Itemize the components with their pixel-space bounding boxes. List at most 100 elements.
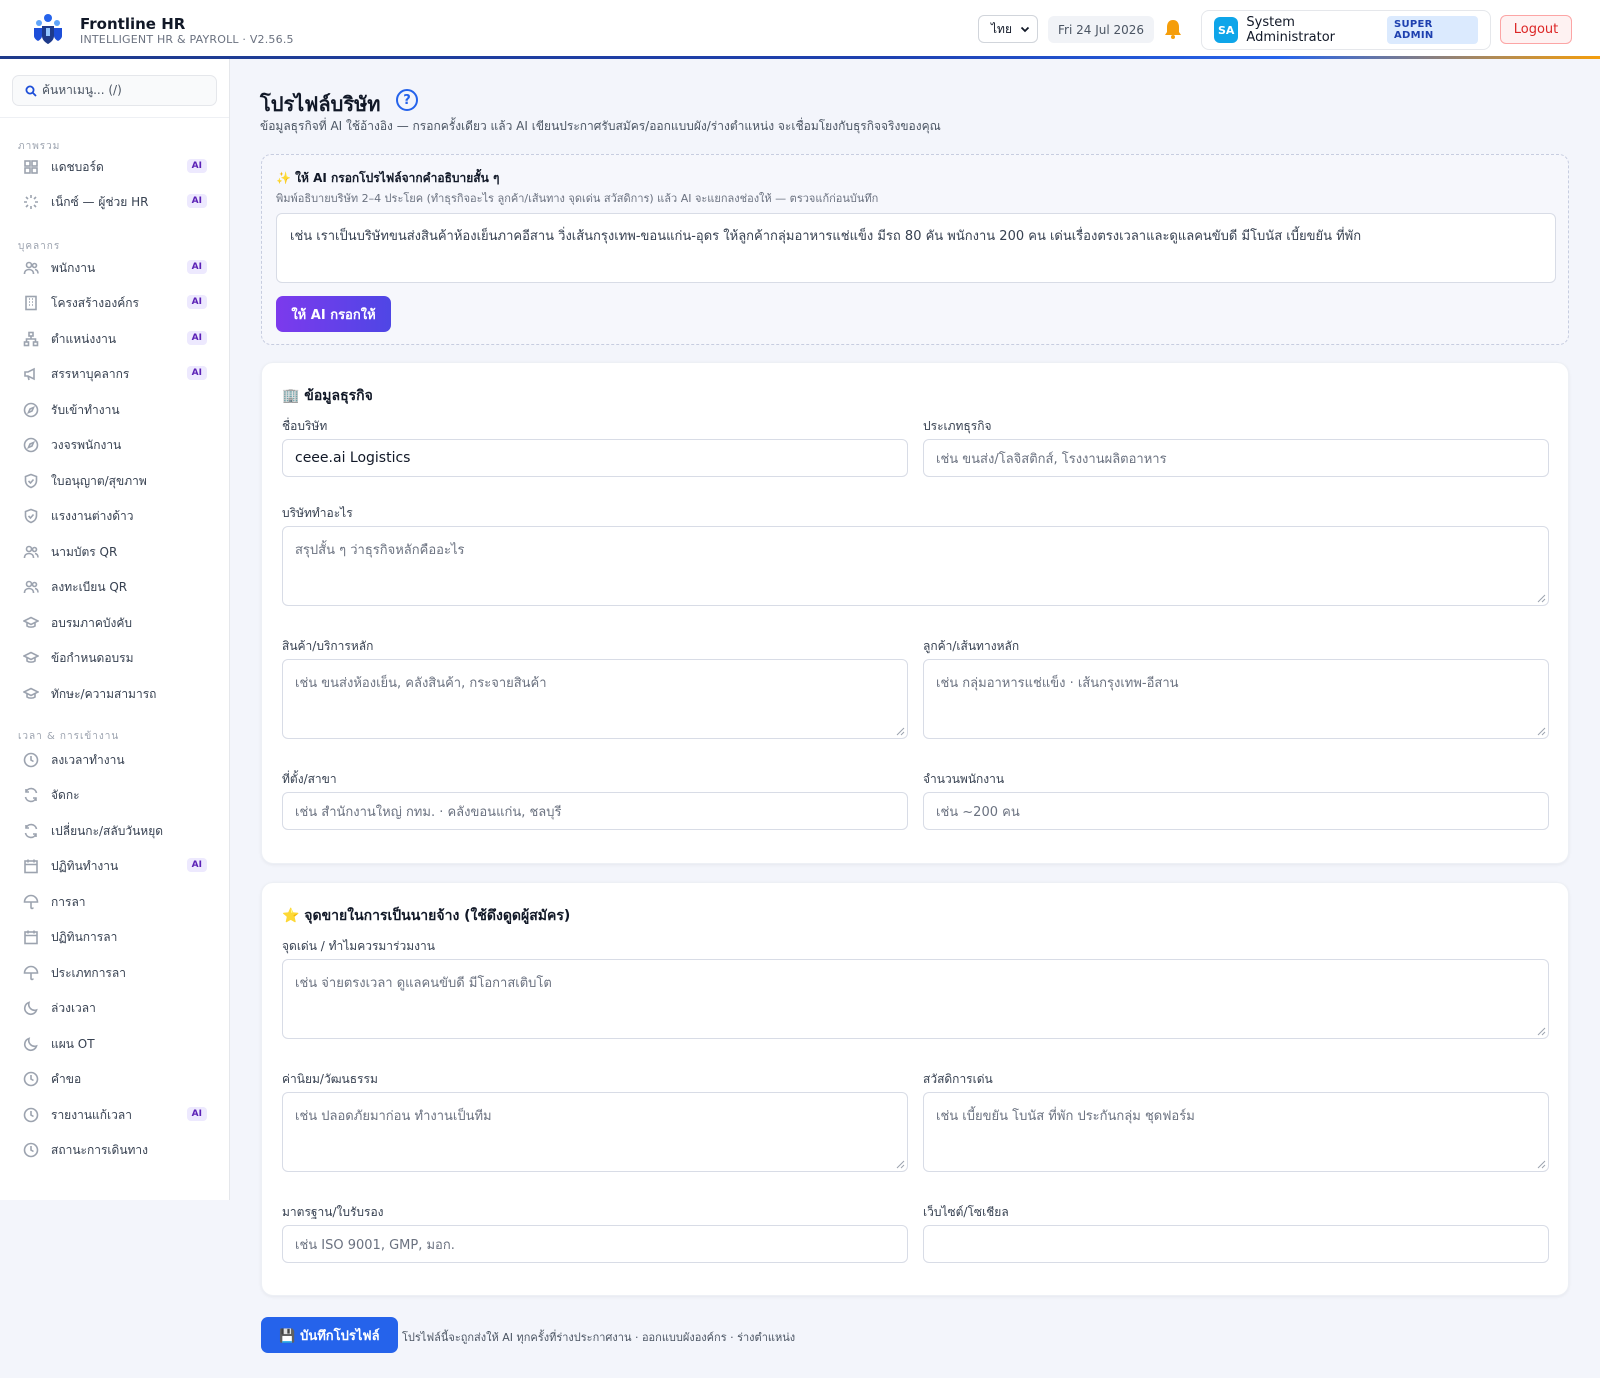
sidebar-item[interactable]: ตำแหน่งงาน AI xyxy=(12,324,217,354)
graduation-cap-icon xyxy=(22,649,40,667)
ai-fill-title: ✨ ให้ AI กรอกโปรไฟล์จากคำอธิบายสั้น ๆ xyxy=(276,171,500,185)
sidebar-item[interactable]: เน็กซ์ — ผู้ช่วย HR AI xyxy=(12,187,217,217)
business-type-input[interactable]: เช่น ขนส่ง/โลจิสติกส์, โรงงานผลิตอาหาร xyxy=(923,439,1549,477)
sidebar-item-label: ปฏิทินทำงาน xyxy=(51,858,119,873)
sidebar-item[interactable]: แรงงานต่างด้าว xyxy=(12,501,217,531)
sidebar-item[interactable]: เปลี่ยนกะ/สลับวันหยุด xyxy=(12,816,217,846)
grid-icon xyxy=(22,158,40,176)
sidebar-item[interactable]: สรรหาบุคลากร AI xyxy=(12,359,217,389)
language-select[interactable]: ไทย xyxy=(978,15,1038,43)
chevron-down-icon xyxy=(1020,26,1030,33)
sidebar-item-label: ข้อกำหนดอบรม xyxy=(51,650,134,665)
shield-icon xyxy=(22,507,40,525)
compass-icon xyxy=(22,436,40,454)
sidebar-item-label: โครงสร้างองค์กร xyxy=(51,295,139,310)
sidebar-item[interactable]: ทักษะ/ความสามารถ xyxy=(12,679,217,709)
location-label: ที่ตั้ง/สาขา xyxy=(282,772,337,786)
sidebar-item-label: ประเภทการลา xyxy=(51,965,126,980)
clock-icon xyxy=(22,1141,40,1159)
resize-handle-icon[interactable] xyxy=(896,1160,905,1169)
megaphone-icon xyxy=(22,365,40,383)
sidebar-item[interactable]: นามบัตร QR xyxy=(12,537,217,567)
sidebar-item-label: แรงงานต่างด้าว xyxy=(51,508,134,523)
customers-textarea[interactable]: เช่น กลุ่มอาหารแช่แข็ง · เส้นกรุงเทพ-อีส… xyxy=(923,659,1549,739)
resize-handle-icon[interactable] xyxy=(1537,727,1546,736)
sidebar-item-label: จัดกะ xyxy=(51,787,80,802)
strengths-textarea[interactable]: เช่น จ่ายตรงเวลา ดูแลคนขับดี มีโอกาสเติบ… xyxy=(282,959,1549,1039)
resize-handle-icon[interactable] xyxy=(1537,594,1546,603)
sidebar-item[interactable]: การลา xyxy=(12,887,217,917)
ai-badge: AI xyxy=(186,331,207,345)
sidebar-item[interactable]: วงจรพนักงาน xyxy=(12,430,217,460)
sidebar-item[interactable]: จัดกะ xyxy=(12,780,217,810)
avatar: SA xyxy=(1214,17,1239,43)
values-textarea[interactable]: เช่น ปลอดภัยมาก่อน ทำงานเป็นทีม xyxy=(282,1092,908,1172)
sidebar-item[interactable]: ใบอนุญาต/สุขภาพ xyxy=(12,466,217,496)
headcount-input[interactable]: เช่น ~200 คน xyxy=(923,792,1549,830)
sidebar-item[interactable]: พนักงาน AI xyxy=(12,253,217,283)
app-logo-icon xyxy=(34,14,62,44)
sidebar-item-label: สรรหาบุคลากร xyxy=(51,366,130,381)
sidebar-item[interactable]: ล่วงเวลา xyxy=(12,993,217,1023)
app-subtitle: INTELLIGENT HR & PAYROLL · V2.56.5 xyxy=(80,33,294,46)
sidebar-item[interactable]: ปฏิทินการลา xyxy=(12,922,217,952)
products-textarea[interactable]: เช่น ขนส่งห้องเย็น, คลังสินค้า, กระจายสิ… xyxy=(282,659,908,739)
employer-branding-card: ⭐ จุดขายในการเป็นนายจ้าง (ใช้ดึงดูดผู้สม… xyxy=(261,882,1569,1296)
resize-handle-icon[interactable] xyxy=(896,727,905,736)
benefits-textarea[interactable]: เช่น เบี้ยขยัน โบนัส ที่พัก ประกันกลุ่ม … xyxy=(923,1092,1549,1172)
sidebar-item-label: พนักงาน xyxy=(51,260,96,275)
sidebar-item[interactable]: ลงทะเบียน QR xyxy=(12,572,217,602)
save-profile-button[interactable]: 💾 บันทึกโปรไฟล์ xyxy=(261,1317,398,1353)
sidebar-item[interactable]: รับเข้าทำงาน xyxy=(12,395,217,425)
sidebar-item-label: ทักษะ/ความสามารถ xyxy=(51,686,157,701)
sidebar-item[interactable]: คำขอ xyxy=(12,1064,217,1094)
ai-fill-button[interactable]: ให้ AI กรอกให้ xyxy=(276,296,391,332)
help-icon[interactable]: ? xyxy=(396,89,418,111)
sidebar-item[interactable]: ปฏิทินทำงาน AI xyxy=(12,851,217,881)
sidebar-item-label: เน็กซ์ — ผู้ช่วย HR xyxy=(51,194,149,209)
sidebar-item-label: การลา xyxy=(51,894,86,909)
sidebar-item-label: ตำแหน่งงาน xyxy=(51,331,117,346)
sidebar-item[interactable]: อบรมภาคบังคับ xyxy=(12,608,217,638)
sidebar-item[interactable]: ลงเวลาทำงาน xyxy=(12,745,217,775)
resize-handle-icon[interactable] xyxy=(1537,1027,1546,1036)
bell-icon[interactable] xyxy=(1162,18,1184,40)
logout-button[interactable]: Logout xyxy=(1500,15,1572,44)
sidebar-item[interactable]: ประเภทการลา xyxy=(12,958,217,988)
company-name-input[interactable]: ceee.ai Logistics xyxy=(282,439,908,477)
company-name-label: ชื่อบริษัท xyxy=(282,419,328,433)
resize-handle-icon[interactable] xyxy=(1537,1160,1546,1169)
role-badge: SUPER ADMIN xyxy=(1386,16,1478,44)
sidebar-item[interactable]: โครงสร้างองค์กร AI xyxy=(12,288,217,318)
ai-badge: AI xyxy=(186,858,207,872)
benefits-label: สวัสดิการเด่น xyxy=(923,1072,993,1086)
products-placeholder: เช่น ขนส่งห้องเย็น, คลังสินค้า, กระจายสิ… xyxy=(295,676,547,691)
sidebar-item[interactable]: ข้อกำหนดอบรม xyxy=(12,643,217,673)
search-placeholder: ค้นหาเมนู... (/) xyxy=(42,83,122,97)
sidebar-item-label: อบรมภาคบังคับ xyxy=(51,615,132,630)
ai-description-textarea[interactable]: เช่น เราเป็นบริษัทขนส่งสินค้าห้องเย็นภาค… xyxy=(276,213,1556,283)
sidebar-item-label: แดชบอร์ด xyxy=(51,159,104,174)
umbrella-icon xyxy=(22,893,40,911)
sidebar-item-label: คำขอ xyxy=(51,1071,82,1086)
sidebar-item[interactable]: รายงานแก้เวลา AI xyxy=(12,1100,217,1130)
standards-label: มาตรฐาน/ใบรับรอง xyxy=(282,1205,384,1219)
location-input[interactable]: เช่น สำนักงานใหญ่ กทม. · คลังขอนแก่น, ชล… xyxy=(282,792,908,830)
sidebar-section-label: เวลา & การเข้างาน xyxy=(18,731,120,742)
page-title: โปรไฟล์บริษัท xyxy=(260,92,381,116)
what-we-do-textarea[interactable]: สรุปสั้น ๆ ว่าธุรกิจหลักคืออะไร xyxy=(282,526,1549,606)
ai-badge: AI xyxy=(186,295,207,309)
user-menu[interactable]: SA System Administrator SUPER ADMIN xyxy=(1201,10,1491,50)
sidebar-item[interactable]: แดชบอร์ด AI xyxy=(12,152,217,182)
refresh-icon xyxy=(22,786,40,804)
users-icon xyxy=(22,259,40,277)
website-input[interactable] xyxy=(923,1225,1549,1263)
strengths-label: จุดเด่น / ทำไมควรมาร่วมงาน xyxy=(282,939,435,953)
sidebar-item-label: รับเข้าทำงาน xyxy=(51,402,120,417)
calendar-icon xyxy=(22,857,40,875)
standards-input[interactable]: เช่น ISO 9001, GMP, มอก. xyxy=(282,1225,908,1263)
menu-search-input[interactable]: ค้นหาเมนู... (/) xyxy=(12,75,217,106)
sidebar-item[interactable]: สถานะการเดินทาง xyxy=(12,1135,217,1165)
sidebar-item[interactable]: แผน OT xyxy=(12,1029,217,1059)
customers-placeholder: เช่น กลุ่มอาหารแช่แข็ง · เส้นกรุงเทพ-อีส… xyxy=(936,676,1179,691)
